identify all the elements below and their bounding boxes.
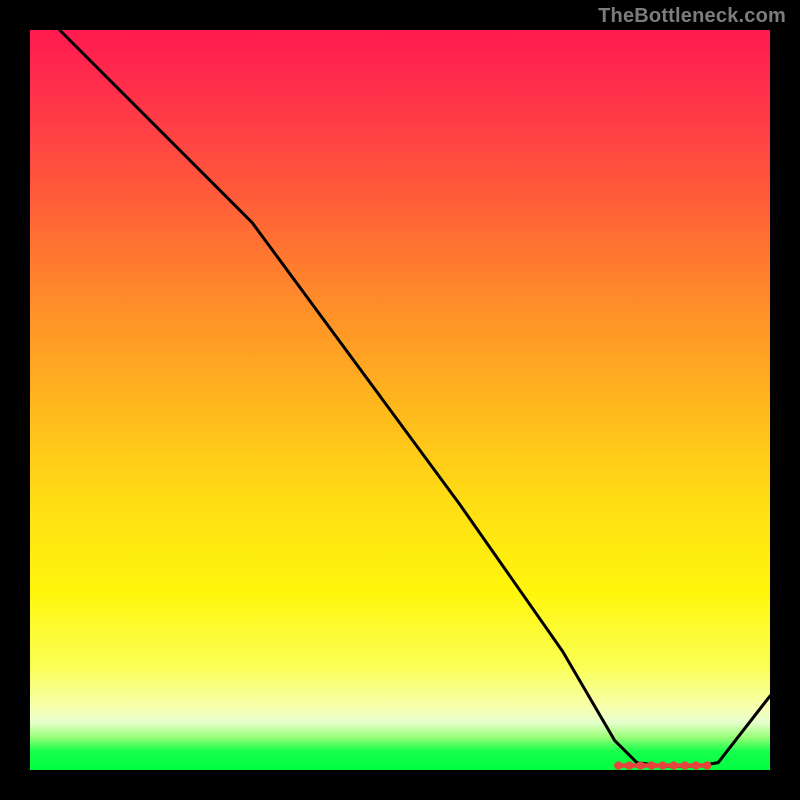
data-curve (60, 30, 770, 766)
plot-area (30, 30, 770, 770)
marker-dot (670, 761, 678, 769)
marker-dot (703, 761, 711, 769)
marker-dot (659, 761, 667, 769)
marker-dot (647, 761, 655, 769)
chart-frame: TheBottleneck.com (0, 0, 800, 800)
marker-dot (636, 761, 644, 769)
marker-group (614, 761, 711, 769)
chart-overlay (30, 30, 770, 770)
marker-dot (625, 761, 633, 769)
marker-dot (614, 761, 622, 769)
marker-dot (681, 761, 689, 769)
marker-dot (692, 761, 700, 769)
watermark-text: TheBottleneck.com (598, 5, 786, 28)
